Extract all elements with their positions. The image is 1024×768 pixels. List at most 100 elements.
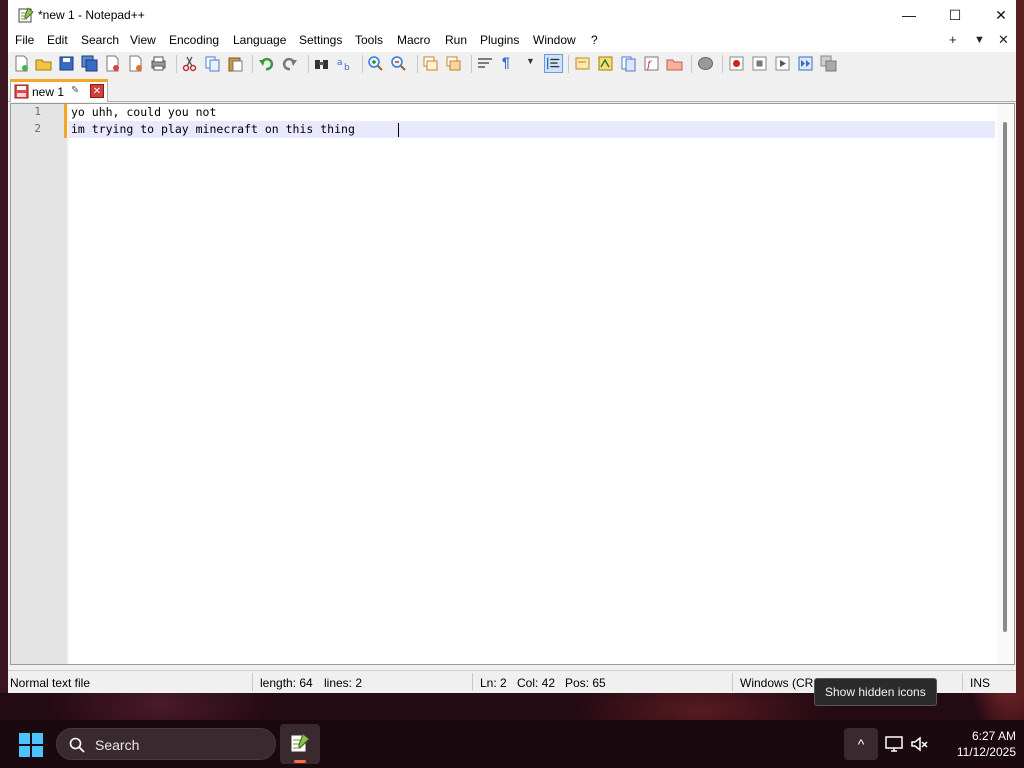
tab-bar: new 1 ✎ ✕ [8, 78, 1016, 102]
function-list-icon[interactable]: f [643, 55, 660, 72]
title-bar: *new 1 - Notepad++ — ☐ ✕ [8, 0, 1016, 30]
tab-label: new 1 [32, 85, 65, 99]
copy-icon[interactable] [204, 55, 221, 72]
minimize-button[interactable]: — [886, 0, 932, 30]
menu-language[interactable]: Language [233, 33, 286, 47]
redo-icon[interactable] [281, 55, 298, 72]
status-separator [252, 673, 253, 691]
toolbar-separator [176, 55, 177, 73]
status-separator [962, 673, 963, 691]
status-insert-mode[interactable]: INS [970, 676, 990, 690]
zoom-in-icon[interactable] [367, 55, 384, 72]
unsaved-file-icon [14, 84, 29, 99]
new-file-icon[interactable] [13, 55, 30, 72]
close-all-icon[interactable] [127, 55, 144, 72]
network-icon[interactable] [884, 734, 904, 754]
undo-icon[interactable] [258, 55, 275, 72]
toolbar-separator [417, 55, 418, 73]
user-defined-lang-icon[interactable] [574, 55, 591, 72]
run-macro-multiple-icon[interactable] [797, 55, 814, 72]
status-eol[interactable]: Windows (CR [740, 676, 813, 690]
taskbar-search-box[interactable]: Search [56, 728, 276, 760]
menu-macro[interactable]: Macro [397, 33, 430, 47]
menu-plugins[interactable]: Plugins [480, 33, 519, 47]
chevron-up-icon: ^ [857, 736, 865, 752]
system-clock[interactable]: 6:27 AM 11/12/2025 [940, 728, 1016, 760]
find-icon[interactable] [313, 55, 330, 72]
word-wrap-icon[interactable] [477, 55, 494, 72]
menu-help[interactable]: ? [591, 33, 598, 47]
monitoring-icon[interactable] [697, 55, 714, 72]
notepadpp-taskbar-icon [290, 733, 310, 753]
search-icon [69, 737, 85, 753]
menu-bar: File Edit Search View Encoding Language … [8, 30, 1016, 52]
paste-icon[interactable] [227, 55, 244, 72]
svg-text:a: a [337, 58, 343, 68]
tab-new-1[interactable]: new 1 ✎ ✕ [10, 79, 108, 102]
open-file-icon[interactable] [35, 55, 52, 72]
new-tab-plus-icon[interactable]: + [949, 32, 957, 47]
toolbar-separator [722, 55, 723, 73]
play-macro-icon[interactable] [774, 55, 791, 72]
close-tab-icon[interactable]: ✕ [90, 84, 104, 98]
save-icon[interactable] [58, 55, 75, 72]
status-lines: lines: 2 [324, 676, 363, 690]
line-number: 1 [34, 105, 41, 118]
change-history-marker [64, 121, 67, 138]
code-line[interactable]: im trying to play minecraft on this thin… [71, 121, 355, 138]
taskbar-notepadpp-button[interactable] [280, 724, 320, 764]
text-editor[interactable]: 1 2 yo uhh, could you not im trying to p… [10, 103, 1015, 665]
sync-horizontal-icon[interactable] [445, 55, 462, 72]
close-file-icon[interactable] [104, 55, 121, 72]
toolbar-separator [362, 55, 363, 73]
folder-workspace-icon[interactable] [666, 55, 683, 72]
maximize-button[interactable]: ☐ [932, 0, 978, 30]
show-hidden-icons-tooltip: Show hidden icons [814, 678, 937, 706]
clock-time: 6:27 AM [971, 729, 1016, 743]
print-icon[interactable] [150, 55, 167, 72]
active-app-indicator [294, 760, 306, 763]
toolbar-separator [252, 55, 253, 73]
notepadpp-app-icon [18, 7, 34, 23]
save-all-icon[interactable] [81, 55, 98, 72]
window-title: *new 1 - Notepad++ [38, 8, 145, 22]
menu-file[interactable]: File [15, 33, 34, 47]
menu-view[interactable]: View [130, 33, 156, 47]
menu-encoding[interactable]: Encoding [169, 33, 219, 47]
indent-guide-icon[interactable] [544, 54, 563, 73]
pin-tab-icon[interactable]: ✎ [71, 85, 79, 96]
tab-list-dropdown-icon[interactable]: ▼ [974, 34, 985, 46]
doc-map-icon[interactable] [597, 55, 614, 72]
vertical-scrollbar[interactable] [997, 104, 1014, 664]
status-separator [732, 673, 733, 691]
menu-edit[interactable]: Edit [47, 33, 68, 47]
replace-icon[interactable]: ab [336, 55, 353, 72]
scrollbar-thumb[interactable] [1003, 122, 1007, 632]
status-separator [472, 673, 473, 691]
zoom-out-icon[interactable] [390, 55, 407, 72]
search-placeholder: Search [95, 737, 140, 753]
menu-search[interactable]: Search [81, 33, 119, 47]
doc-list-icon[interactable] [620, 55, 637, 72]
line-number-gutter [11, 104, 67, 664]
save-macro-icon[interactable] [820, 55, 837, 72]
windows-start-icon[interactable] [18, 732, 44, 758]
record-macro-icon[interactable] [728, 55, 745, 72]
menu-run[interactable]: Run [445, 33, 467, 47]
show-hidden-icons-button[interactable]: ^ [844, 728, 878, 760]
menu-window[interactable]: Window [533, 33, 576, 47]
code-line[interactable]: yo uhh, could you not [71, 104, 216, 121]
toolbar-dropdown-icon[interactable]: ▼ [526, 56, 543, 73]
volume-muted-icon[interactable] [910, 734, 930, 754]
close-button[interactable]: ✕ [978, 0, 1024, 30]
sync-vertical-icon[interactable] [422, 55, 439, 72]
svg-text:b: b [344, 63, 350, 72]
menu-settings[interactable]: Settings [299, 33, 342, 47]
stop-macro-icon[interactable] [751, 55, 768, 72]
toolbar-separator [471, 55, 472, 73]
menu-tools[interactable]: Tools [355, 33, 383, 47]
cut-icon[interactable] [181, 55, 198, 72]
close-doc-icon[interactable]: ✕ [998, 32, 1009, 48]
show-all-chars-icon[interactable]: ¶ [502, 54, 519, 71]
close-icon: ✕ [995, 6, 1007, 23]
